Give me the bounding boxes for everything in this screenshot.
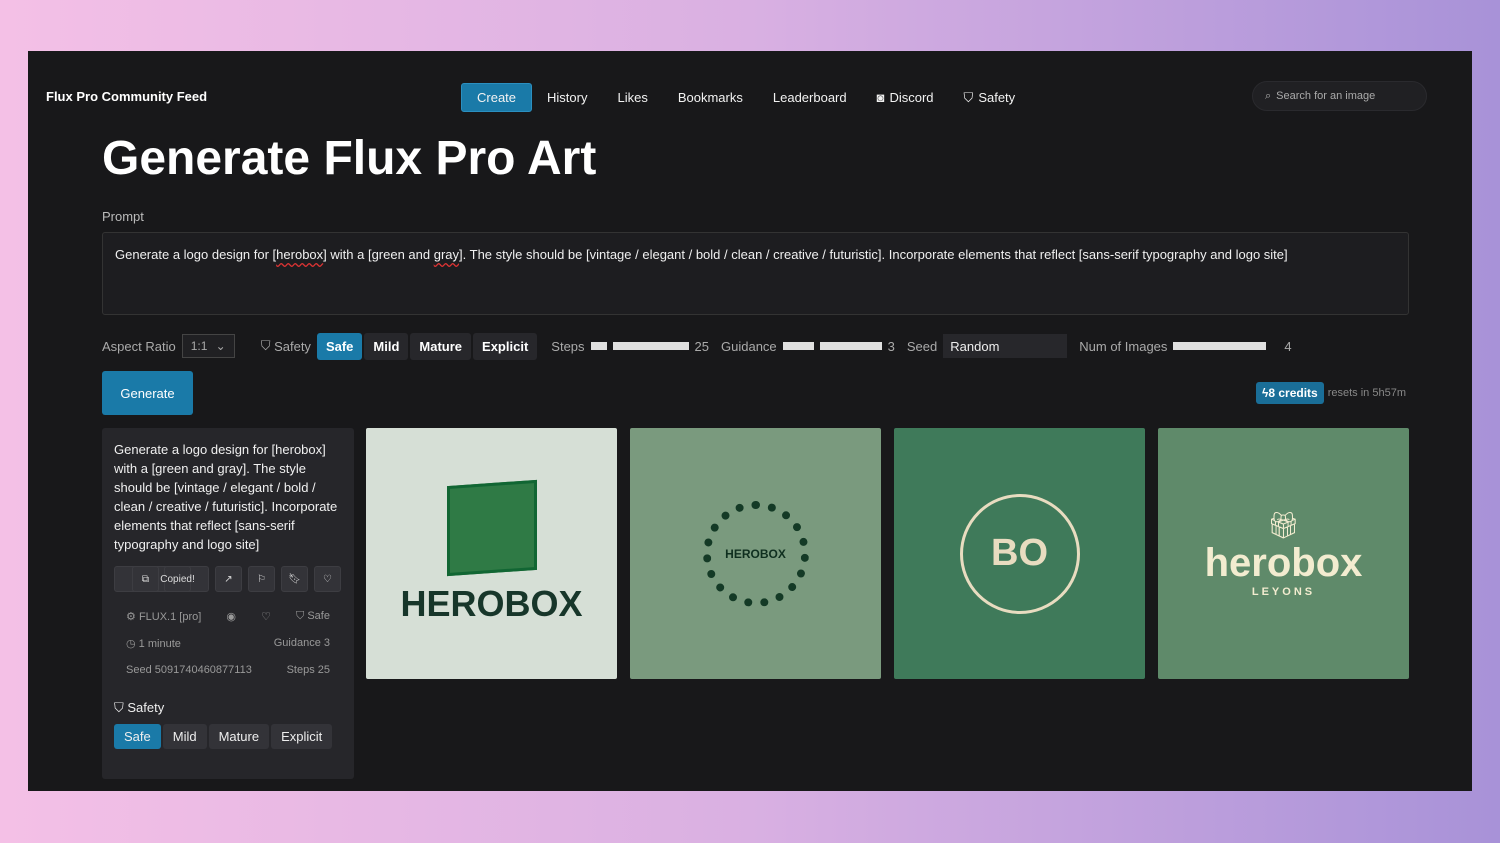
nav-discord[interactable]: ◙ Discord: [862, 84, 949, 111]
copy-icon: ⧉: [132, 566, 159, 592]
generated-image-1[interactable]: HEROBOX: [366, 428, 617, 679]
card-prompt: Generate a logo design for [herobox] wit…: [114, 442, 338, 552]
credits-badge: ϟ8 credits: [1256, 382, 1324, 404]
open-external-button[interactable]: ↗: [215, 566, 242, 592]
safety-mild[interactable]: Mild: [364, 332, 409, 360]
nav-likes[interactable]: Likes: [602, 84, 662, 111]
generation-card: Generate a logo design for [herobox] wit…: [102, 428, 354, 779]
nav-safety[interactable]: ⛉ Safety: [949, 84, 1031, 112]
search-icon: ⌕: [1265, 89, 1272, 102]
gift-box-graphic: [446, 479, 537, 576]
card-safety-mature[interactable]: Mature: [208, 724, 270, 749]
discord-icon: ◙: [876, 90, 885, 105]
shield-icon: ⛉: [260, 338, 275, 353]
seed-label: Seed: [906, 338, 938, 354]
prompt-textarea[interactable]: Generate a logo design for [herobox] wit…: [102, 232, 1409, 315]
nav-history[interactable]: History: [532, 84, 602, 111]
flag-button[interactable]: ⚐: [248, 566, 275, 592]
card-safety-mild[interactable]: Mild: [162, 724, 207, 749]
chevron-down-icon: ⌄: [215, 339, 226, 353]
page-title: Generate Flux Pro Art: [102, 132, 597, 185]
gift-icon: 🎁︎: [1266, 509, 1300, 540]
generated-image-2[interactable]: HEROBOX: [630, 428, 881, 679]
card-safety-title: Safety: [127, 700, 165, 715]
bookmark-button[interactable]: 🔖︎: [281, 566, 308, 592]
shield-icon: ⛉: [963, 89, 974, 105]
card-meta: ⚙ FLUX.1 [pro] ◉ ♡ ⛉ Safe ◷ 1 minute Guidanc…: [126, 610, 330, 676]
safety-mature[interactable]: Mature: [410, 332, 472, 360]
aspect-ratio-label: Aspect Ratio: [102, 338, 176, 354]
heart-icon: ♡: [261, 611, 271, 623]
like-button[interactable]: ♡: [314, 566, 341, 592]
generation-controls: Aspect Ratio 1:1 ⌄ ⛉ Safety Safe Mild Mat…: [102, 332, 1292, 360]
guidance-slider[interactable]: Guidance 3: [721, 339, 895, 354]
eye-icon: ◉: [226, 611, 236, 623]
nav-bookmarks[interactable]: Bookmarks: [663, 84, 758, 111]
model-icon: ⚙: [126, 611, 136, 623]
generated-image-3[interactable]: BO: [894, 428, 1145, 679]
search-input[interactable]: ⌕ Search for an image: [1252, 81, 1427, 111]
safety-safe[interactable]: Safe: [316, 332, 363, 360]
credits-info: ϟ8 credits resets in 5h57m: [1256, 382, 1406, 404]
safety-label: Safety: [274, 338, 311, 354]
safety-segmented: Safe Mild Mature Explicit: [316, 332, 538, 360]
generated-image-4[interactable]: 🎁︎ herobox LEYONS: [1158, 428, 1409, 679]
clock-icon: ◷: [126, 638, 136, 650]
safety-explicit[interactable]: Explicit: [473, 332, 538, 360]
seed-input[interactable]: Random: [943, 334, 1068, 358]
prompt-label: Prompt: [102, 209, 144, 224]
num-images-slider[interactable]: Num of Images 4: [1079, 339, 1291, 354]
app-window: Flux Pro Community Feed Create History L…: [28, 51, 1472, 791]
main-nav: Create History Likes Bookmarks Leaderboa…: [461, 83, 1030, 112]
card-safety-segmented: Safe Mild Mature Explicit: [114, 724, 342, 749]
aspect-ratio-select[interactable]: 1:1 ⌄: [181, 334, 235, 358]
steps-slider[interactable]: Steps 25: [551, 339, 709, 354]
card-safety-explicit[interactable]: Explicit: [271, 724, 333, 749]
brand[interactable]: Flux Pro Community Feed: [46, 89, 207, 104]
shield-icon: ⛉: [296, 610, 305, 622]
nav-leaderboard[interactable]: Leaderboard: [758, 84, 862, 111]
shield-icon: ⛉: [114, 700, 124, 715]
card-safety-safe[interactable]: Safe: [114, 724, 161, 749]
nav-create[interactable]: Create: [461, 83, 533, 112]
generate-button[interactable]: Generate: [102, 371, 193, 415]
copy-button[interactable]: ⧉ Copied!: [114, 566, 209, 592]
